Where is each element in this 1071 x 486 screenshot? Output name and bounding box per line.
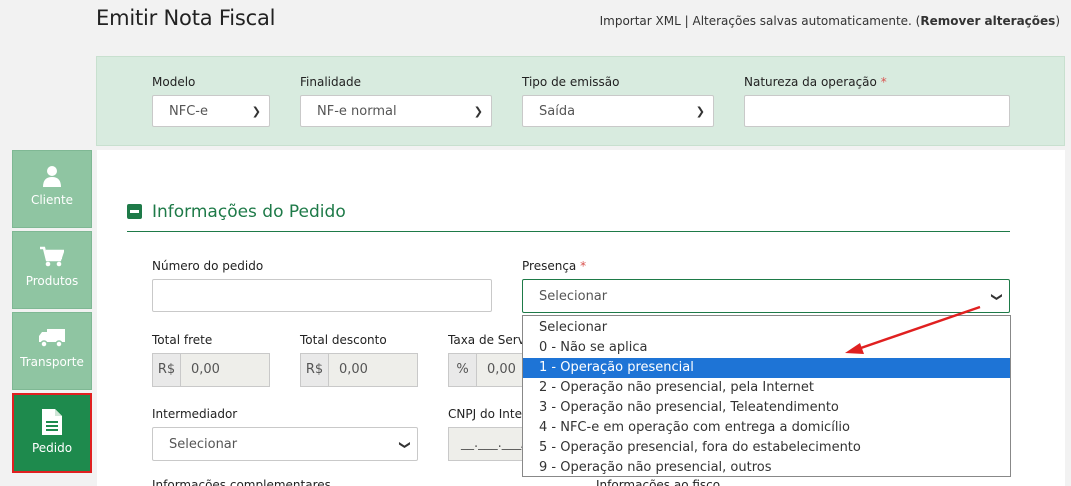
sidebar-item-pedido[interactable]: Pedido	[12, 393, 92, 473]
presenca-option[interactable]: 0 - Não se aplica	[523, 338, 1010, 358]
percent-addon: %	[448, 353, 476, 387]
chevron-down-icon: ❯	[695, 105, 705, 118]
presenca-dropdown-list: Selecionar 0 - Não se aplica 1 - Operaçã…	[522, 315, 1011, 477]
truck-icon	[39, 329, 65, 348]
cnpj-intermediador-input[interactable]: __.___.___/	[448, 427, 522, 461]
document-icon	[42, 409, 62, 435]
sidebar-item-label: Transporte	[20, 355, 84, 369]
finalidade-label: Finalidade	[300, 75, 361, 89]
tipo-emissao-select[interactable]: Saída ❯	[522, 95, 714, 127]
numero-pedido-label: Número do pedido	[152, 259, 264, 273]
header-links: Importar XML | Alterações salvas automat…	[600, 14, 1060, 28]
presenca-option[interactable]: Selecionar	[523, 318, 1010, 338]
import-xml-link[interactable]: Importar XML	[600, 14, 681, 28]
finalidade-field: Finalidade NF-e normal ❯	[300, 75, 492, 127]
modelo-value: NFC-e	[169, 104, 208, 119]
tipo-emissao-value: Saída	[539, 104, 576, 119]
presenca-option[interactable]: 5 - Operação presencial, fora do estabel…	[523, 438, 1010, 458]
chevron-down-icon: ❯	[398, 440, 412, 450]
tipo-emissao-label: Tipo de emissão	[522, 75, 620, 89]
intermediador-label: Intermediador	[152, 407, 238, 421]
finalidade-value: NF-e normal	[317, 104, 397, 119]
intermediador-select[interactable]: Selecionar ❯	[152, 427, 418, 461]
taxa-servico-label: Taxa de Servi	[448, 333, 522, 347]
sidebar-item-produtos[interactable]: Produtos	[12, 231, 92, 309]
header-separator: |	[684, 14, 689, 28]
cnpj-intermediador-field: CNPJ do Inte __.___.___/	[448, 407, 522, 461]
finalidade-select[interactable]: NF-e normal ❯	[300, 95, 492, 127]
currency-addon: R$	[300, 353, 328, 387]
chevron-down-icon: ❯	[251, 105, 261, 118]
taxa-servico-group: % 0,00	[448, 353, 522, 387]
modelo-select[interactable]: NFC-e ❯	[152, 95, 270, 127]
cnpj-intermediador-label: CNPJ do Inte	[448, 407, 522, 421]
chevron-down-icon: ❯	[990, 292, 1004, 302]
total-frete-group: R$ 0,00	[152, 353, 270, 387]
taxa-servico-input[interactable]: 0,00	[476, 353, 522, 387]
natureza-field: Natureza da operação *	[744, 75, 1010, 127]
taxa-servico-field: Taxa de Servi % 0,00	[448, 333, 522, 387]
total-frete-input[interactable]: 0,00	[180, 353, 270, 387]
sidebar: Cliente Produtos Transporte Pedido	[12, 150, 92, 476]
natureza-input[interactable]	[744, 95, 1010, 127]
presenca-option-highlighted[interactable]: 1 - Operação presencial	[523, 358, 1010, 378]
intermediador-value: Selecionar	[169, 437, 238, 452]
presenca-field: Presença * Selecionar ❯	[522, 259, 1010, 313]
total-desconto-input[interactable]: 0,00	[328, 353, 418, 387]
total-desconto-label: Total desconto	[300, 333, 387, 347]
numero-pedido-input[interactable]	[152, 279, 492, 312]
info-fisco-label: Informações ao fisco	[596, 478, 721, 486]
sidebar-item-label: Produtos	[25, 274, 79, 288]
total-frete-field: Total frete R$ 0,00	[152, 333, 270, 387]
presenca-option[interactable]: 4 - NFC-e em operação com entrega a domi…	[523, 418, 1010, 438]
sidebar-item-cliente[interactable]: Cliente	[12, 150, 92, 228]
total-desconto-field: Total desconto R$ 0,00	[300, 333, 418, 387]
info-complementares-label: Informações complementares	[152, 478, 331, 486]
modelo-label: Modelo	[152, 75, 196, 89]
emission-settings-panel: Modelo NFC-e ❯ Finalidade NF-e normal ❯ …	[96, 56, 1065, 146]
cart-icon	[40, 246, 64, 267]
user-icon	[43, 166, 61, 187]
total-desconto-group: R$ 0,00	[300, 353, 418, 387]
tipo-emissao-field: Tipo de emissão Saída ❯	[522, 75, 714, 127]
section-header: Informações do Pedido	[127, 200, 1010, 232]
presenca-option[interactable]: 9 - Operação não presencial, outros	[523, 458, 1010, 478]
remove-changes-link[interactable]: Remover alterações	[920, 14, 1055, 28]
currency-addon: R$	[152, 353, 180, 387]
section-title: Informações do Pedido	[152, 202, 346, 222]
autosave-status: Alterações salvas automaticamente. (	[692, 14, 921, 28]
total-frete-label: Total frete	[152, 333, 213, 347]
intermediador-field: Intermediador Selecionar ❯	[152, 407, 418, 461]
sidebar-item-transporte[interactable]: Transporte	[12, 312, 92, 390]
presenca-select[interactable]: Selecionar ❯	[522, 279, 1010, 313]
close-paren: )	[1055, 14, 1060, 28]
presenca-label: Presença *	[522, 259, 587, 273]
page-title: Emitir Nota Fiscal	[96, 6, 276, 30]
modelo-field: Modelo NFC-e ❯	[152, 75, 270, 127]
collapse-icon[interactable]	[127, 204, 142, 219]
natureza-label: Natureza da operação *	[744, 75, 887, 89]
sidebar-item-label: Pedido	[31, 441, 73, 455]
sidebar-item-label: Cliente	[30, 193, 74, 207]
presenca-value: Selecionar	[539, 289, 608, 304]
chevron-down-icon: ❯	[473, 105, 483, 118]
presenca-option[interactable]: 3 - Operação não presencial, Teleatendim…	[523, 398, 1010, 418]
numero-pedido-field: Número do pedido	[152, 259, 492, 312]
presenca-option[interactable]: 2 - Operação não presencial, pela Intern…	[523, 378, 1010, 398]
